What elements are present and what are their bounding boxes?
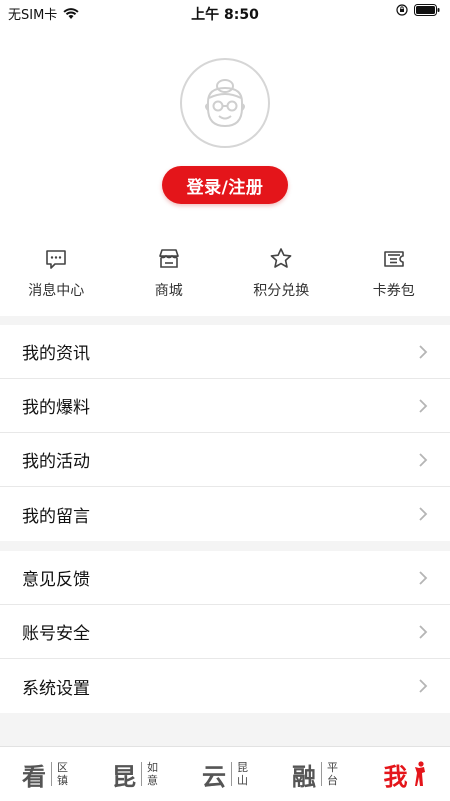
tab-small-text: 区 镇 xyxy=(57,761,68,787)
chevron-right-icon xyxy=(418,506,428,522)
menu-item-label: 系统设置 xyxy=(22,674,90,699)
menu-item-my-activities[interactable]: 我的活动 xyxy=(0,433,450,487)
quick-link-messages[interactable]: 消息中心 xyxy=(0,246,113,306)
tab-small-char: 镇 xyxy=(57,774,68,787)
tab-small-char: 平 xyxy=(327,761,338,774)
default-avatar-icon xyxy=(190,68,260,138)
menu-item-my-comments[interactable]: 我的留言 xyxy=(0,487,450,541)
status-bar: 无SIM卡 上午 8:50 xyxy=(0,0,450,24)
tab-small-char: 台 xyxy=(327,774,338,787)
tab-small-char: 山 xyxy=(237,774,248,787)
quick-link-label: 商城 xyxy=(155,280,183,300)
chevron-right-icon xyxy=(418,624,428,640)
tab-small-char: 昆 xyxy=(237,761,248,774)
status-time: 上午 8:50 xyxy=(0,4,450,24)
tab-small-char: 如 xyxy=(147,761,158,774)
quick-link-label: 消息中心 xyxy=(28,280,84,300)
chevron-right-icon xyxy=(418,398,428,414)
quick-link-store[interactable]: 商城 xyxy=(113,246,226,306)
tab-big-char: 云 xyxy=(202,757,226,792)
tab-kun-ru-yi[interactable]: 昆 如 意 xyxy=(90,747,180,801)
menu-item-my-news[interactable]: 我的资讯 xyxy=(0,325,450,379)
menu-item-system-settings[interactable]: 系统设置 xyxy=(0,659,450,713)
menu-item-feedback[interactable]: 意见反馈 xyxy=(0,551,450,605)
tab-kan-qu-zhen[interactable]: 看 区 镇 xyxy=(0,747,90,801)
orientation-lock-icon xyxy=(396,4,408,16)
tab-small-char: 区 xyxy=(57,761,68,774)
menu-item-label: 账号安全 xyxy=(22,619,90,644)
quick-link-coupons[interactable]: 卡券包 xyxy=(338,246,450,306)
quick-link-label: 积分兑换 xyxy=(253,280,309,300)
menu-item-label: 意见反馈 xyxy=(22,565,90,590)
menu-item-my-tips[interactable]: 我的爆料 xyxy=(0,379,450,433)
menu-item-label: 我的爆料 xyxy=(22,393,90,418)
store-icon xyxy=(156,246,182,272)
menu-item-label: 我的活动 xyxy=(22,447,90,472)
tab-small-text: 如 意 xyxy=(147,761,158,787)
quick-link-label: 卡券包 xyxy=(373,280,415,300)
quick-link-points-exchange[interactable]: 积分兑换 xyxy=(225,246,338,306)
tab-rong-ping-tai[interactable]: 融 平 台 xyxy=(270,747,360,801)
tab-big-char: 融 xyxy=(292,757,316,792)
menu-item-label: 我的留言 xyxy=(22,502,90,527)
tab-divider xyxy=(51,762,52,786)
tab-big-char: 昆 xyxy=(112,757,136,792)
tab-small-char: 意 xyxy=(147,774,158,787)
tab-me[interactable]: 我 xyxy=(360,747,450,801)
star-icon xyxy=(268,246,294,272)
chevron-right-icon xyxy=(418,678,428,694)
battery-icon xyxy=(414,4,440,16)
person-figure-icon xyxy=(413,760,427,788)
chevron-right-icon xyxy=(418,570,428,586)
menu-item-account-security[interactable]: 账号安全 xyxy=(0,605,450,659)
tab-divider xyxy=(321,762,322,786)
tab-small-text: 平 台 xyxy=(327,761,338,787)
chevron-right-icon xyxy=(418,452,428,468)
status-right xyxy=(396,4,440,16)
tab-small-text: 昆 山 xyxy=(237,761,248,787)
menu-group-my-content: 我的资讯 我的爆料 我的活动 我的留言 xyxy=(0,325,450,541)
profile-header: 登录/注册 消息中心 商城 积分兑换 xyxy=(0,24,450,316)
tab-yun-kun-shan[interactable]: 云 昆 山 xyxy=(180,747,270,801)
menu-group-settings: 意见反馈 账号安全 系统设置 xyxy=(0,551,450,713)
ticket-icon xyxy=(381,246,407,272)
message-icon xyxy=(43,246,69,272)
chevron-right-icon xyxy=(418,344,428,360)
tab-divider xyxy=(141,762,142,786)
tab-divider xyxy=(231,762,232,786)
login-register-button[interactable]: 登录/注册 xyxy=(162,166,288,204)
menu-item-label: 我的资讯 xyxy=(22,339,90,364)
tab-big-char: 我 xyxy=(384,757,408,792)
quick-links: 消息中心 商城 积分兑换 卡券包 xyxy=(0,246,450,306)
tab-big-char: 看 xyxy=(22,757,46,792)
avatar[interactable] xyxy=(180,58,270,148)
tab-bar: 看 区 镇 昆 如 意 云 昆 山 融 平 台 我 xyxy=(0,746,450,801)
